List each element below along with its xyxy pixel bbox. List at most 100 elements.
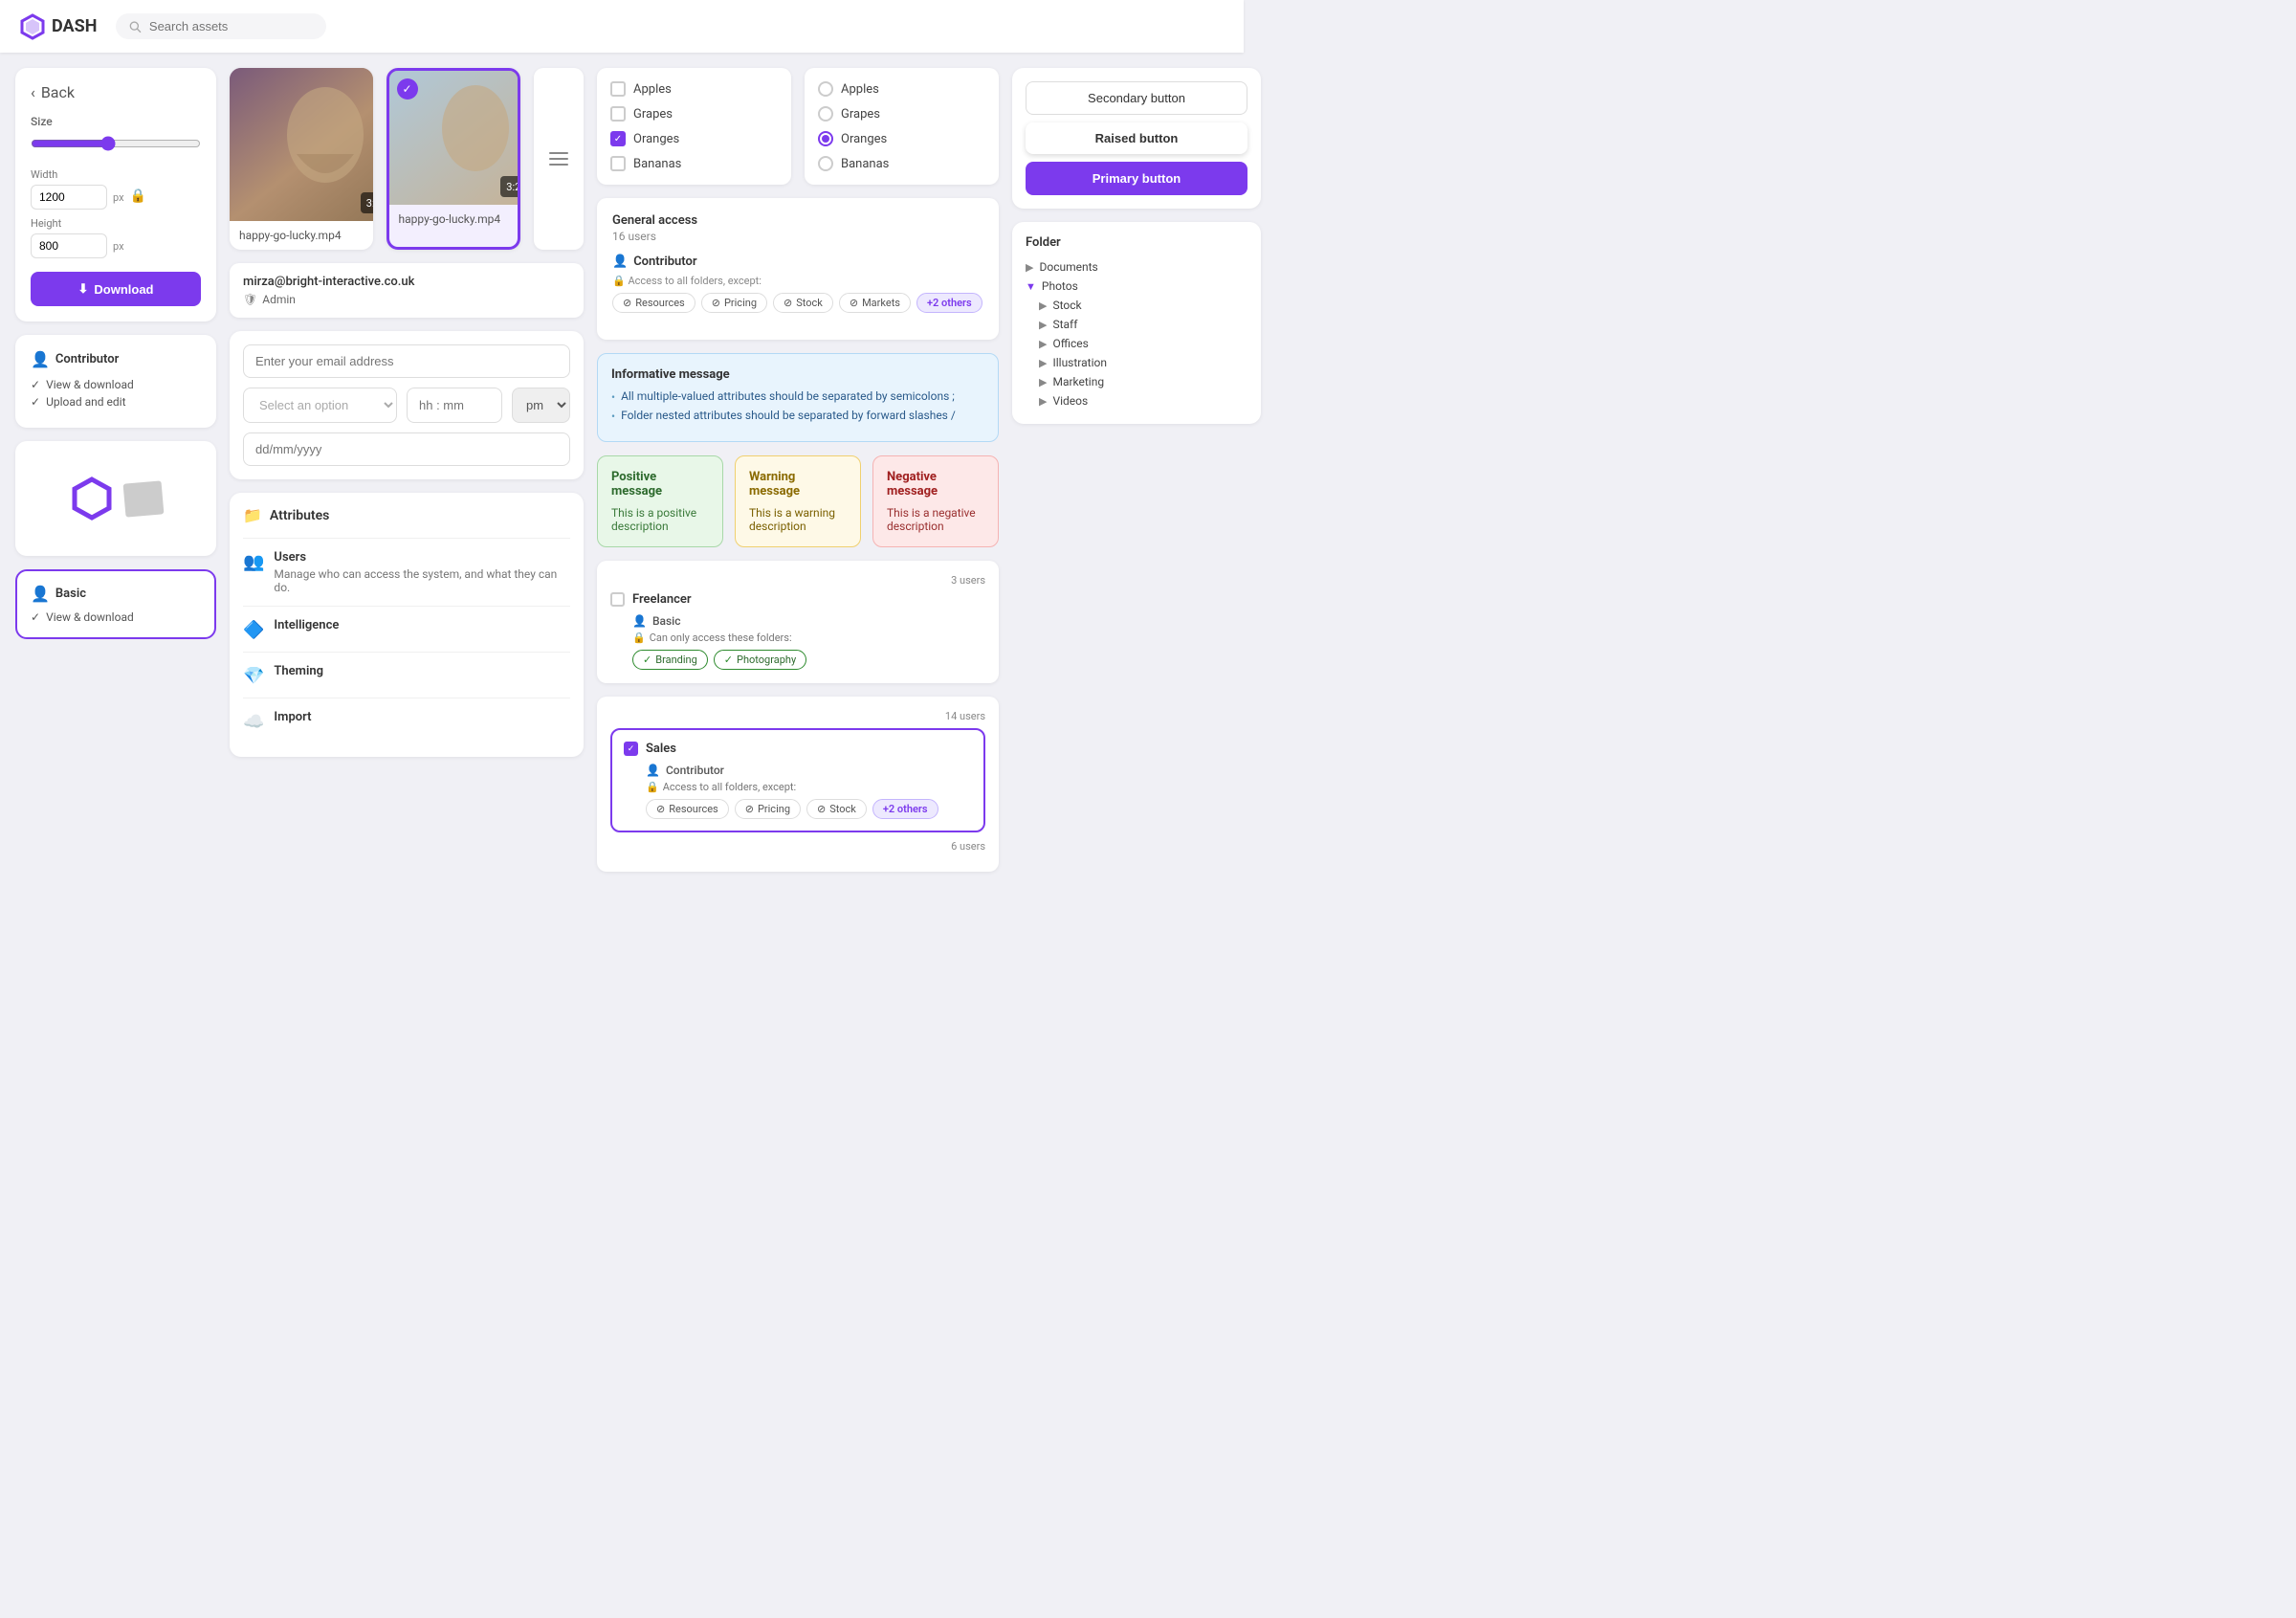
sales-detail: 👤 Contributor 🔒 Access to all folders, e… — [646, 764, 972, 819]
checkbox-row-grapes[interactable]: Grapes — [610, 106, 778, 122]
secondary-button[interactable]: Secondary button — [1026, 81, 1247, 115]
tag-markets[interactable]: ⊘ Markets — [839, 293, 911, 313]
selected-check-icon: ✓ — [397, 78, 418, 100]
search-bar[interactable] — [116, 13, 326, 39]
tag-sales-stock[interactable]: ⊘ Stock — [806, 799, 867, 819]
msg-row: Positive message This is a positive desc… — [597, 455, 999, 547]
checkbox-bananas[interactable] — [610, 156, 626, 171]
option-select[interactable]: Select an option — [243, 388, 397, 423]
checkbox-row-bananas[interactable]: Bananas — [610, 156, 778, 171]
radio-row-grapes[interactable]: Grapes — [818, 106, 985, 122]
tree-item-documents[interactable]: ▶ Documents — [1026, 257, 1247, 277]
tag-sales-pricing[interactable]: ⊘ Pricing — [735, 799, 801, 819]
theming-icon: 💎 — [243, 666, 264, 686]
negative-title: Negative message — [887, 470, 984, 499]
sales-group-item: ✓ Sales 👤 Contributor 🔒 Access to all fo… — [610, 728, 985, 832]
search-icon — [129, 20, 142, 33]
radio-row-oranges[interactable]: Oranges — [818, 131, 985, 146]
radio-bananas[interactable] — [818, 156, 833, 171]
attributes-card: 📁 Attributes 👥 Users Manage who can acce… — [230, 493, 584, 757]
sales-checkbox[interactable]: ✓ — [624, 742, 638, 756]
tag-plus-others[interactable]: +2 others — [916, 293, 982, 313]
tag-stock[interactable]: ⊘ Stock — [773, 293, 833, 313]
date-input[interactable] — [243, 432, 570, 466]
contributor-perm-2: Upload and edit — [46, 395, 125, 409]
checkbox-row-apples[interactable]: Apples — [610, 81, 778, 97]
menu-line-3 — [549, 164, 568, 166]
attrs-import-title: Import — [274, 710, 311, 724]
slider-container[interactable] — [31, 136, 201, 155]
photos-children: ▶ Stock ▶ Staff ▶ Offices ▶ Illustration — [1026, 296, 1247, 410]
contributor-header: 👤 Contributor — [31, 350, 201, 368]
attrs-users-content: Users Manage who can access the system, … — [274, 550, 570, 594]
user-row: mirza@bright-interactive.co.uk 🛡 Admin — [230, 263, 584, 318]
tag-resources[interactable]: ⊘ Resources — [612, 293, 695, 313]
tree-item-stock[interactable]: ▶ Stock — [1039, 296, 1247, 315]
radio-row-bananas[interactable]: Bananas — [818, 156, 985, 171]
access-role-row: 👤 Contributor — [612, 255, 983, 269]
access-count: 16 users — [612, 230, 983, 243]
radio-oranges[interactable] — [818, 131, 833, 146]
warning-desc: This is a warning description — [749, 506, 847, 533]
form-card: Select an option pm — [230, 331, 584, 479]
radio-label-grapes: Grapes — [841, 107, 880, 122]
contributor-role-icon: 👤 — [612, 255, 628, 269]
radio-grapes[interactable] — [818, 106, 833, 122]
cancel-icon-pricing: ⊘ — [712, 297, 720, 309]
primary-button[interactable]: Primary button — [1026, 162, 1247, 195]
tag-photography[interactable]: ✓ Photography — [714, 650, 806, 670]
raised-button[interactable]: Raised button — [1026, 122, 1247, 154]
ampm-select[interactable]: pm — [512, 388, 570, 423]
video-duration-2: 3:20 ▶ — [500, 176, 520, 197]
col1: ‹ Back Size Width px 🔒 — [15, 68, 216, 903]
tag-sales-resources[interactable]: ⊘ Resources — [646, 799, 729, 819]
tree-item-staff[interactable]: ▶ Staff — [1039, 315, 1247, 334]
contributor-title: Contributor — [55, 352, 119, 366]
size-slider[interactable] — [31, 136, 201, 151]
height-input[interactable] — [31, 233, 107, 258]
attrs-item-intelligence[interactable]: 🔷 Intelligence — [243, 606, 570, 652]
back-button[interactable]: ‹ Back — [31, 83, 201, 101]
radio-row-apples[interactable]: Apples — [818, 81, 985, 97]
tag-sales-others[interactable]: +2 others — [872, 799, 938, 819]
sales-lock-row: 🔒 Access to all folders, except: — [646, 781, 972, 793]
menu-card[interactable] — [534, 68, 584, 250]
hamburger-menu[interactable] — [549, 152, 568, 166]
search-input[interactable] — [149, 19, 314, 33]
freelancer-checkbox[interactable] — [610, 592, 625, 607]
attrs-item-users[interactable]: 👥 Users Manage who can access the system… — [243, 538, 570, 606]
width-input[interactable] — [31, 185, 107, 210]
tag-branding[interactable]: ✓ Branding — [632, 650, 708, 670]
tag-pricing[interactable]: ⊘ Pricing — [701, 293, 767, 313]
tree-item-photos[interactable]: ▼ Photos — [1026, 277, 1247, 296]
tree-item-illustration[interactable]: ▶ Illustration — [1039, 353, 1247, 372]
checkbox-row-oranges[interactable]: ✓ Oranges — [610, 131, 778, 146]
media-card-2[interactable]: ✓ 3:20 ▶ happy-go-lucky.mp4 — [386, 68, 521, 250]
attrs-item-import[interactable]: ☁️ Import — [243, 698, 570, 743]
checkbox-oranges[interactable]: ✓ — [610, 131, 626, 146]
info-message: Informative message • All multiple-value… — [597, 353, 999, 442]
basic-icon: 👤 — [31, 585, 50, 603]
user-email: mirza@bright-interactive.co.uk — [243, 275, 570, 289]
col2: 3:20 ▶ happy-go-lucky.mp4 — [230, 68, 584, 903]
freelancer-role-row: 👤 Basic — [632, 614, 985, 628]
tree-label-illustration: Illustration — [1052, 356, 1107, 369]
email-input[interactable] — [243, 344, 570, 378]
tree-item-videos[interactable]: ▶ Videos — [1039, 391, 1247, 410]
tree-item-offices[interactable]: ▶ Offices — [1039, 334, 1247, 353]
media-card-1[interactable]: 3:20 ▶ happy-go-lucky.mp4 — [230, 68, 373, 250]
tag-label-stock: Stock — [796, 297, 823, 309]
checkbox-apples[interactable] — [610, 81, 626, 97]
height-unit: px — [113, 240, 124, 253]
freelancer-access-desc: Can only access these folders: — [650, 632, 792, 644]
checkbox-grapes[interactable] — [610, 106, 626, 122]
media-name-2: happy-go-lucky.mp4 — [389, 205, 519, 233]
height-field: Height px — [31, 217, 201, 258]
time-input[interactable] — [407, 388, 502, 423]
download-button[interactable]: ⬇ Download — [31, 272, 201, 306]
attrs-item-theming[interactable]: 💎 Theming — [243, 652, 570, 698]
radio-apples[interactable] — [818, 81, 833, 97]
arrow-stock: ▶ — [1039, 299, 1047, 312]
tree-item-marketing[interactable]: ▶ Marketing — [1039, 372, 1247, 391]
sales-plus-others-label: +2 others — [883, 803, 928, 815]
